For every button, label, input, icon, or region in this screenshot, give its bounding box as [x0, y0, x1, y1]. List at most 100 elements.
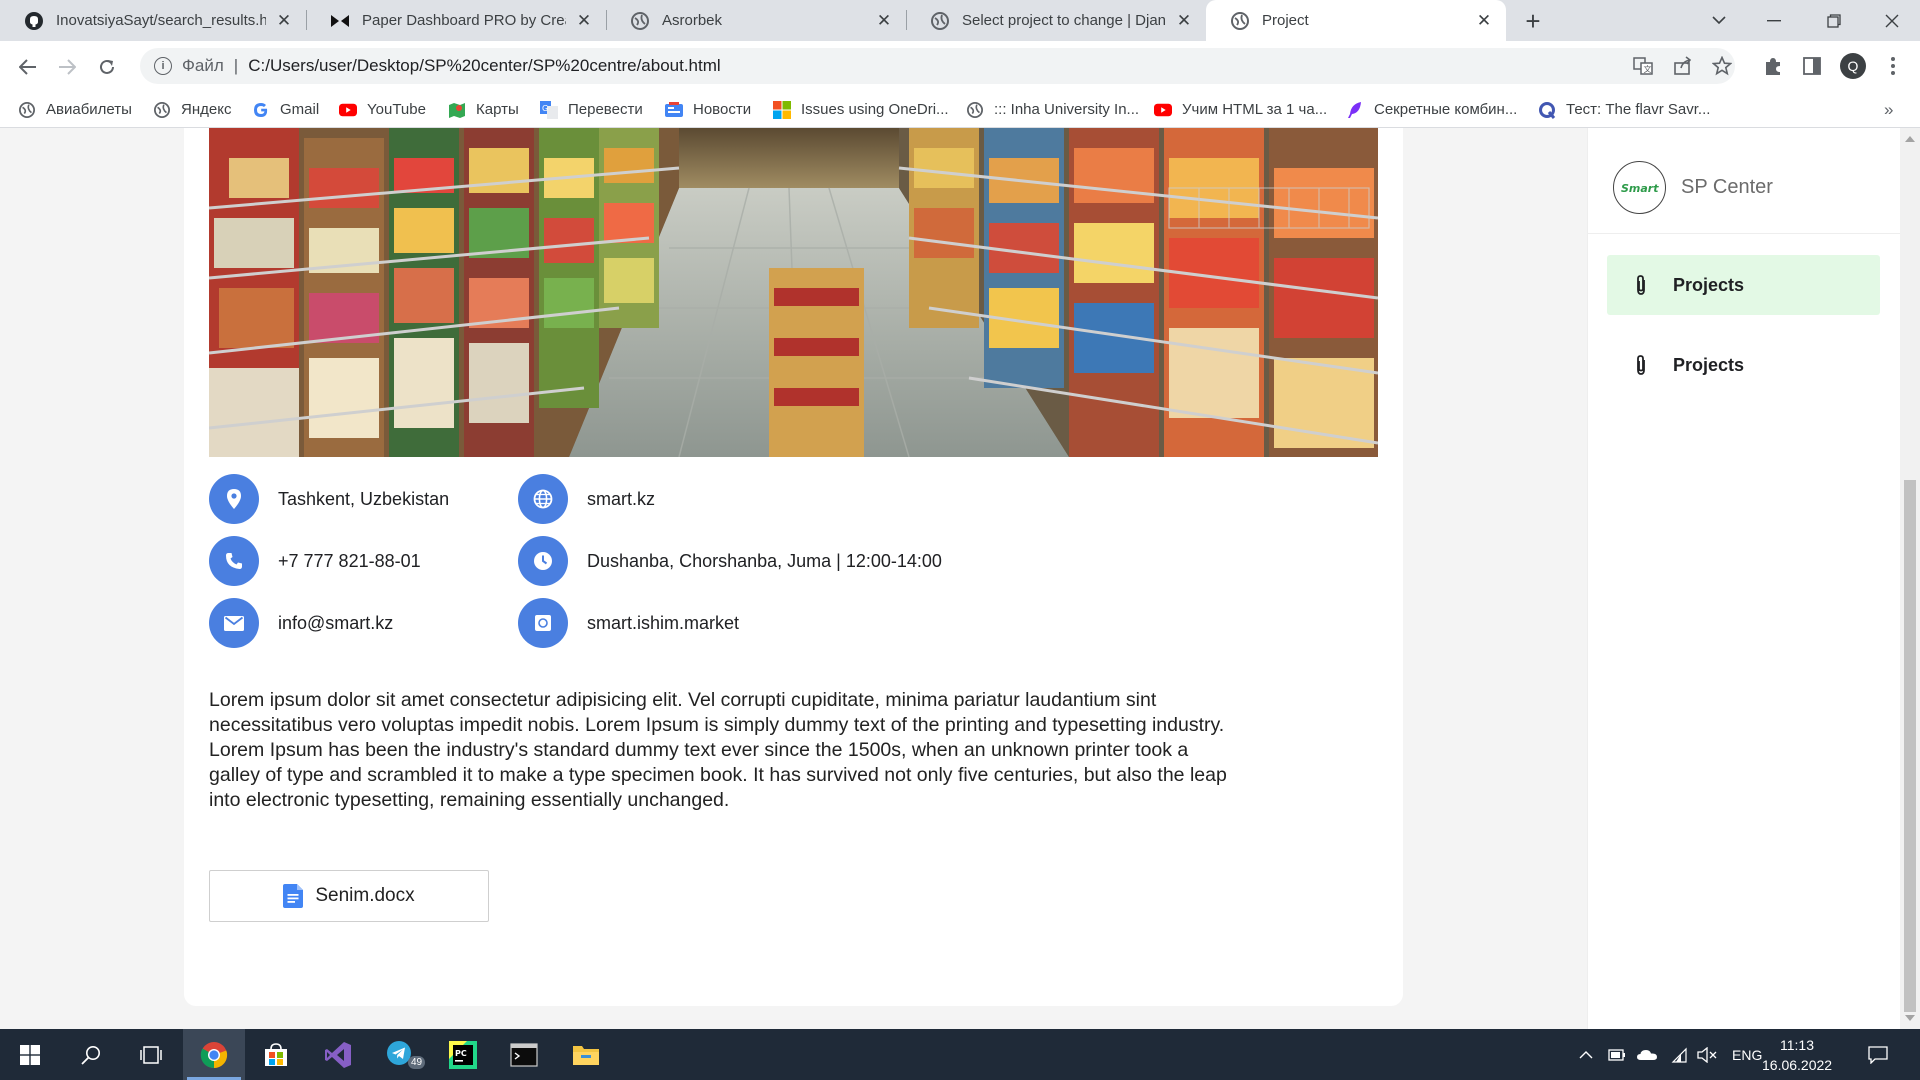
minimize-button[interactable]: [1746, 0, 1802, 41]
bookmark-gmail[interactable]: Gmail: [252, 91, 319, 128]
tab-github[interactable]: InovatsiyaSayt/search_results.htm ✕: [0, 0, 306, 41]
taskbar-pycharm[interactable]: PC: [432, 1029, 494, 1080]
sidebar-item-projects-2[interactable]: Projects: [1607, 335, 1880, 395]
notifications-icon[interactable]: [1868, 1029, 1888, 1080]
menu-kebab-icon[interactable]: [1880, 53, 1906, 79]
youtube-icon: [1154, 101, 1172, 119]
instagram-info[interactable]: smart.ishim.market: [518, 598, 739, 648]
telegram-badge: 49: [408, 1056, 426, 1069]
new-tab-button[interactable]: +: [1519, 6, 1547, 36]
instagram-link[interactable]: smart.ishim.market: [587, 613, 739, 634]
website-info[interactable]: smart.kz: [518, 474, 655, 524]
minimize-icon: [1767, 19, 1781, 21]
taskbar-telegram[interactable]: 49: [370, 1029, 432, 1080]
address-bar[interactable]: i Файл | C:/Users/user/Desktop/SP%20cent…: [140, 48, 1735, 84]
taskbar-visual-studio[interactable]: [307, 1029, 369, 1080]
bookmark-label: Перевести: [568, 101, 643, 118]
tab-django-admin[interactable]: Select project to change | Django ✕: [906, 0, 1206, 41]
store-icon: [265, 1042, 287, 1066]
forward-button[interactable]: [51, 51, 83, 83]
start-button[interactable]: [0, 1029, 60, 1080]
bookmark-secret-combinations[interactable]: Секретные комбин...: [1346, 91, 1517, 128]
scroll-up-arrow[interactable]: [1905, 136, 1915, 142]
share-icon[interactable]: [1670, 53, 1696, 79]
more-bookmarks-button[interactable]: »: [1884, 91, 1893, 128]
bookmark-inha-university[interactable]: ::: Inha University In...: [966, 91, 1139, 128]
scrollbar-thumb[interactable]: [1904, 480, 1916, 1012]
close-icon[interactable]: ✕: [874, 11, 894, 31]
reload-button[interactable]: [91, 51, 123, 83]
close-icon[interactable]: ✕: [274, 11, 294, 31]
phone-info[interactable]: +7 777 821-88-01: [209, 536, 421, 586]
bookmark-html-course[interactable]: Учим HTML за 1 ча...: [1154, 91, 1327, 128]
show-hidden-icons[interactable]: [1579, 1029, 1593, 1080]
bookmark-label: ::: Inha University In...: [994, 101, 1140, 118]
side-panel-icon[interactable]: [1799, 53, 1825, 79]
svg-text:G: G: [542, 104, 548, 113]
maps-icon: [448, 101, 466, 119]
sidebar-brand[interactable]: Smart SP Center: [1588, 128, 1901, 234]
brand-name: SP Center: [1681, 176, 1773, 198]
bookmark-star-icon[interactable]: [1709, 53, 1735, 79]
language-indicator[interactable]: ENG: [1732, 1029, 1762, 1080]
bookmark-youtube[interactable]: YouTube: [339, 91, 426, 128]
bookmark-aviabilety[interactable]: Авиабилеты: [18, 91, 132, 128]
search-button[interactable]: [60, 1029, 122, 1080]
close-icon[interactable]: ✕: [1174, 11, 1194, 31]
google-icon: [252, 101, 270, 119]
browser-toolbar: i Файл | C:/Users/user/Desktop/SP%20cent…: [0, 41, 1920, 91]
bookmark-news[interactable]: Новости: [665, 91, 751, 128]
info-icon[interactable]: i: [154, 57, 172, 75]
phone-icon: [209, 536, 259, 586]
news-icon: [665, 101, 683, 119]
bookmark-label: Яндекс: [181, 101, 232, 118]
paperclip-icon: [1637, 275, 1645, 295]
close-icon[interactable]: ✕: [574, 11, 594, 31]
bookmark-quizlet-test[interactable]: Тест: The flavr Savr...: [1538, 91, 1710, 128]
scroll-down-arrow[interactable]: [1905, 1015, 1915, 1021]
task-view-button[interactable]: [120, 1029, 182, 1080]
globe-icon: [518, 474, 568, 524]
email-link[interactable]: info@smart.kz: [278, 613, 393, 634]
file-explorer-icon: [573, 1045, 599, 1065]
page-scrollbar[interactable]: [1900, 128, 1920, 1029]
email-info[interactable]: info@smart.kz: [209, 598, 393, 648]
instagram-icon: [518, 598, 568, 648]
tab-search-button[interactable]: [1691, 0, 1747, 41]
sidebar-item-projects[interactable]: Projects: [1607, 255, 1880, 315]
tab-title: InovatsiyaSayt/search_results.htm: [56, 12, 266, 29]
taskbar-terminal[interactable]: [493, 1029, 555, 1080]
battery-icon[interactable]: [1608, 1029, 1626, 1080]
tab-asrorbek[interactable]: Asrorbek ✕: [606, 0, 906, 41]
website-link[interactable]: smart.kz: [587, 489, 655, 510]
tab-project[interactable]: Project ✕: [1206, 0, 1506, 41]
file-download-button[interactable]: Senim.docx: [209, 870, 489, 922]
taskbar-file-explorer[interactable]: [555, 1029, 617, 1080]
onedrive-icon[interactable]: [1636, 1029, 1658, 1080]
chevron-up-icon: [1579, 1050, 1593, 1058]
tab-paper-dashboard[interactable]: Paper Dashboard PRO by Creativ ✕: [306, 0, 606, 41]
volume-muted-icon[interactable]: [1697, 1029, 1717, 1080]
close-icon: [1885, 14, 1899, 27]
sidebar: Smart SP Center Projects Projects: [1587, 128, 1901, 1029]
extensions-icon[interactable]: [1760, 53, 1786, 79]
bookmark-onedrive-issues[interactable]: Issues using OneDri...: [773, 91, 949, 128]
close-window-button[interactable]: [1864, 0, 1920, 41]
globe-icon: [153, 101, 171, 119]
bookmark-translate[interactable]: G Перевести: [540, 91, 643, 128]
restore-button[interactable]: [1806, 0, 1862, 41]
translate-page-icon[interactable]: 文: [1630, 53, 1656, 79]
taskbar-store[interactable]: [245, 1029, 307, 1080]
back-button[interactable]: [12, 51, 44, 83]
close-icon[interactable]: ✕: [1474, 11, 1494, 31]
svg-text:文: 文: [1644, 64, 1652, 74]
taskbar-chrome[interactable]: [183, 1029, 245, 1080]
address-divider: |: [233, 56, 239, 75]
profile-avatar[interactable]: Q: [1840, 53, 1866, 79]
bookmark-maps[interactable]: Карты: [448, 91, 519, 128]
system-clock[interactable]: 11:13 16.06.2022: [1762, 1035, 1832, 1075]
svg-text:PC: PC: [455, 1049, 467, 1058]
phone-text[interactable]: +7 777 821-88-01: [278, 551, 421, 572]
wifi-icon[interactable]: [1670, 1029, 1688, 1080]
bookmark-yandex[interactable]: Яндекс: [153, 91, 231, 128]
